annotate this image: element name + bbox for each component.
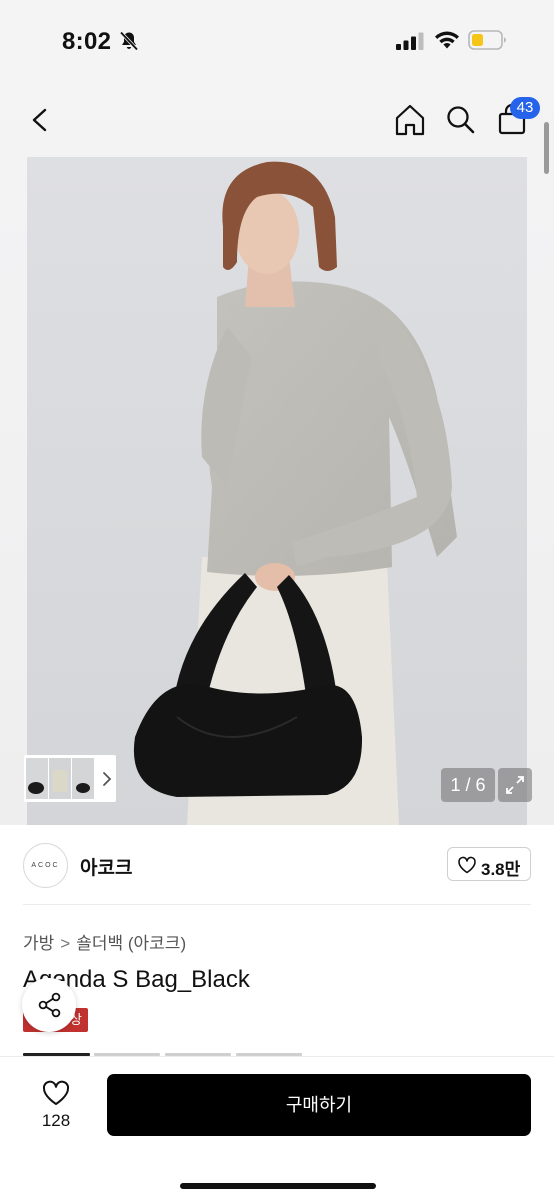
share-icon [38,992,61,1018]
bell-slash-icon [119,31,139,51]
battery-low-icon [468,30,506,50]
status-bar: 8:02 [0,0,554,80]
top-navigation-bar: 43 [0,95,554,145]
breadcrumb: 가방 > 숄더백 (아코크) [23,929,186,954]
scrollbar[interactable] [544,122,549,174]
home-indicator [180,1183,376,1189]
status-time: 8:02 [62,28,112,55]
breadcrumb-subcategory[interactable]: 숄더백 (아코크) [76,929,186,954]
brand-like-button[interactable]: 3.8만 [447,847,531,881]
thumbnail-strip[interactable] [24,755,116,802]
brand-logo[interactable]: ACOC [23,843,68,888]
wishlist-button[interactable]: 128 [26,1075,86,1135]
image-page-counter: 1 / 6 [441,768,495,802]
divider [23,904,531,905]
wishlist-count: 128 [41,1111,71,1130]
brand-row[interactable]: ACOC 아코크 3.8만 [0,825,554,905]
search-icon[interactable] [442,102,478,138]
product-image[interactable] [27,157,527,825]
share-button[interactable] [22,978,76,1032]
breadcrumb-separator: > [60,934,71,953]
cellular-signal-icon [396,32,424,50]
expand-image-button[interactable] [498,768,532,802]
bottom-action-bar: 128 구매하기 [0,1056,554,1200]
product-photo [27,157,527,825]
wifi-icon [435,31,459,49]
thumbnail-images [26,758,94,799]
breadcrumb-category[interactable]: 가방 [23,929,54,954]
chevron-left-icon[interactable] [26,103,56,137]
expand-icon [506,776,524,794]
brand-name[interactable]: 아코크 [80,853,132,880]
heart-outline-icon [42,1080,70,1105]
home-icon[interactable] [392,102,428,138]
buy-button[interactable]: 구매하기 [107,1074,531,1136]
brand-like-count: 3.8만 [481,860,521,879]
cart-count-badge: 43 [510,97,540,119]
heart-outline-icon [458,856,476,874]
chevron-right-icon [103,772,112,786]
